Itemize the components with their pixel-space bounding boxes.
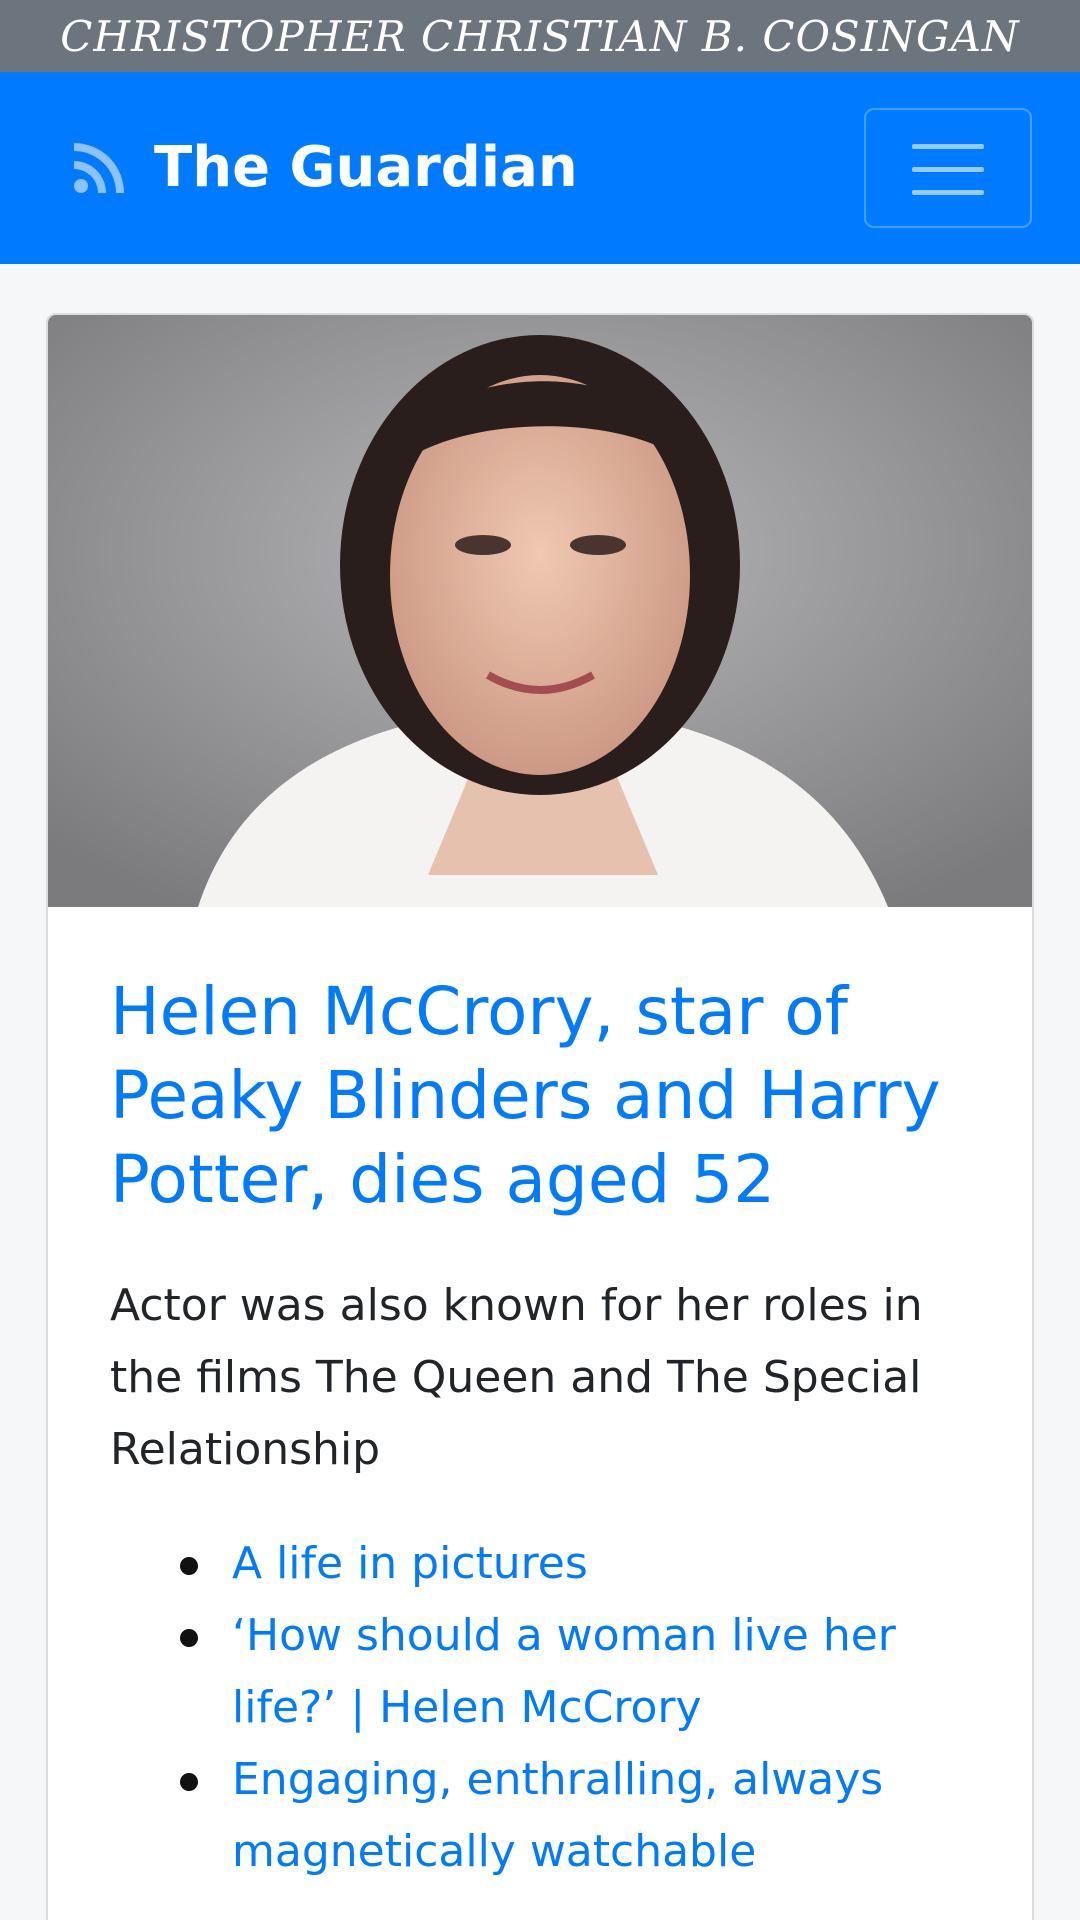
rss-icon	[74, 143, 124, 193]
list-item: A life in pictures	[180, 1528, 990, 1600]
related-link[interactable]: ‘How should a woman live her life?’ | He…	[232, 1610, 896, 1733]
navbar-brand[interactable]: The Guardian	[74, 140, 578, 196]
card-body: Helen McCrory, star of Peaky Blinders an…	[110, 970, 990, 1888]
menu-toggle-button[interactable]	[864, 108, 1032, 228]
related-link[interactable]: A life in pictures	[232, 1538, 588, 1589]
list-item: ‘How should a woman live her life?’ | He…	[180, 1600, 990, 1744]
article-image[interactable]	[48, 315, 1032, 907]
list-item: Engaging, enthralling, always magnetical…	[180, 1744, 990, 1888]
brand-title: The Guardian	[154, 135, 578, 200]
article-headline-link[interactable]: Helen McCrory, star of Peaky Blinders an…	[110, 970, 990, 1222]
top-banner: CHRISTOPHER CHRISTIAN B. COSINGAN	[0, 0, 1080, 72]
navbar: The Guardian	[0, 72, 1080, 264]
banner-text: CHRISTOPHER CHRISTIAN B. COSINGAN	[60, 11, 1020, 61]
article-card: Helen McCrory, star of Peaky Blinders an…	[46, 313, 1034, 1920]
related-links-list: A life in pictures ‘How should a woman l…	[110, 1528, 990, 1888]
related-link[interactable]: Engaging, enthralling, always magnetical…	[232, 1754, 883, 1877]
article-summary: Actor was also known for her roles in th…	[110, 1280, 923, 1475]
